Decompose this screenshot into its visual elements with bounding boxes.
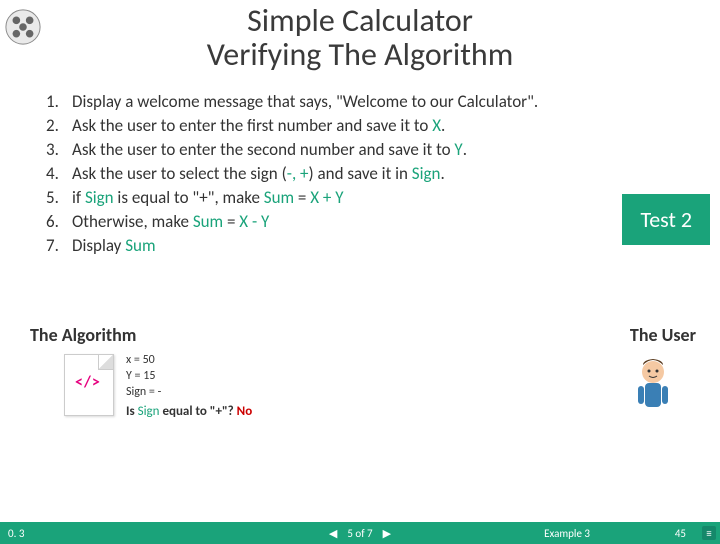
user-label: The User bbox=[630, 324, 696, 346]
code-paper-icon: </> bbox=[64, 354, 114, 416]
next-button[interactable]: ▶ bbox=[383, 527, 391, 540]
algorithm-label: The Algorithm bbox=[30, 324, 136, 346]
list-item: 5.if Sign is equal to "+", make Sum = X … bbox=[46, 187, 720, 208]
menu-button[interactable]: ≡ bbox=[702, 526, 716, 540]
list-item: 3.Ask the user to enter the second numbe… bbox=[46, 139, 720, 160]
list-item: 7.Display Sum bbox=[46, 235, 720, 256]
slide-subtitle: Verifying The Algorithm bbox=[0, 38, 720, 72]
slide-title: Simple Calculator bbox=[0, 4, 720, 38]
version-label: 0. 3 bbox=[0, 527, 32, 540]
trace-line: Sign = - bbox=[126, 384, 252, 400]
prev-button[interactable]: ◀ bbox=[329, 527, 337, 540]
example-label: Example 3 bbox=[544, 527, 590, 540]
list-item: 4.Ask the user to select the sign (-, +)… bbox=[46, 163, 720, 184]
footer-bar: 0. 3 ◀ 5 of 7 ▶ Example 3 45 ≡ bbox=[0, 522, 720, 544]
slide-counter: 5 of 7 bbox=[347, 527, 372, 540]
code-icon: </> bbox=[75, 373, 101, 392]
menu-icon: ≡ bbox=[706, 527, 711, 540]
trace-line: x = 50 bbox=[126, 352, 252, 368]
list-item: 1.Display a welcome message that says, "… bbox=[46, 91, 720, 112]
list-item: 2.Ask the user to enter the first number… bbox=[46, 115, 720, 136]
page-number: 45 bbox=[675, 527, 686, 540]
test-badge: Test 2 bbox=[622, 194, 710, 245]
user-avatar-icon bbox=[626, 356, 680, 418]
list-item: 6.Otherwise, make Sum = X - Y bbox=[46, 211, 720, 232]
trace-question: Is Sign equal to "+"? No bbox=[126, 403, 252, 421]
trace-line: Y = 15 bbox=[126, 368, 252, 384]
algorithm-steps: 1.Display a welcome message that says, "… bbox=[46, 91, 720, 256]
app-logo-icon bbox=[4, 8, 42, 46]
trace-output: x = 50 Y = 15 Sign = - Is Sign equal to … bbox=[126, 352, 252, 420]
